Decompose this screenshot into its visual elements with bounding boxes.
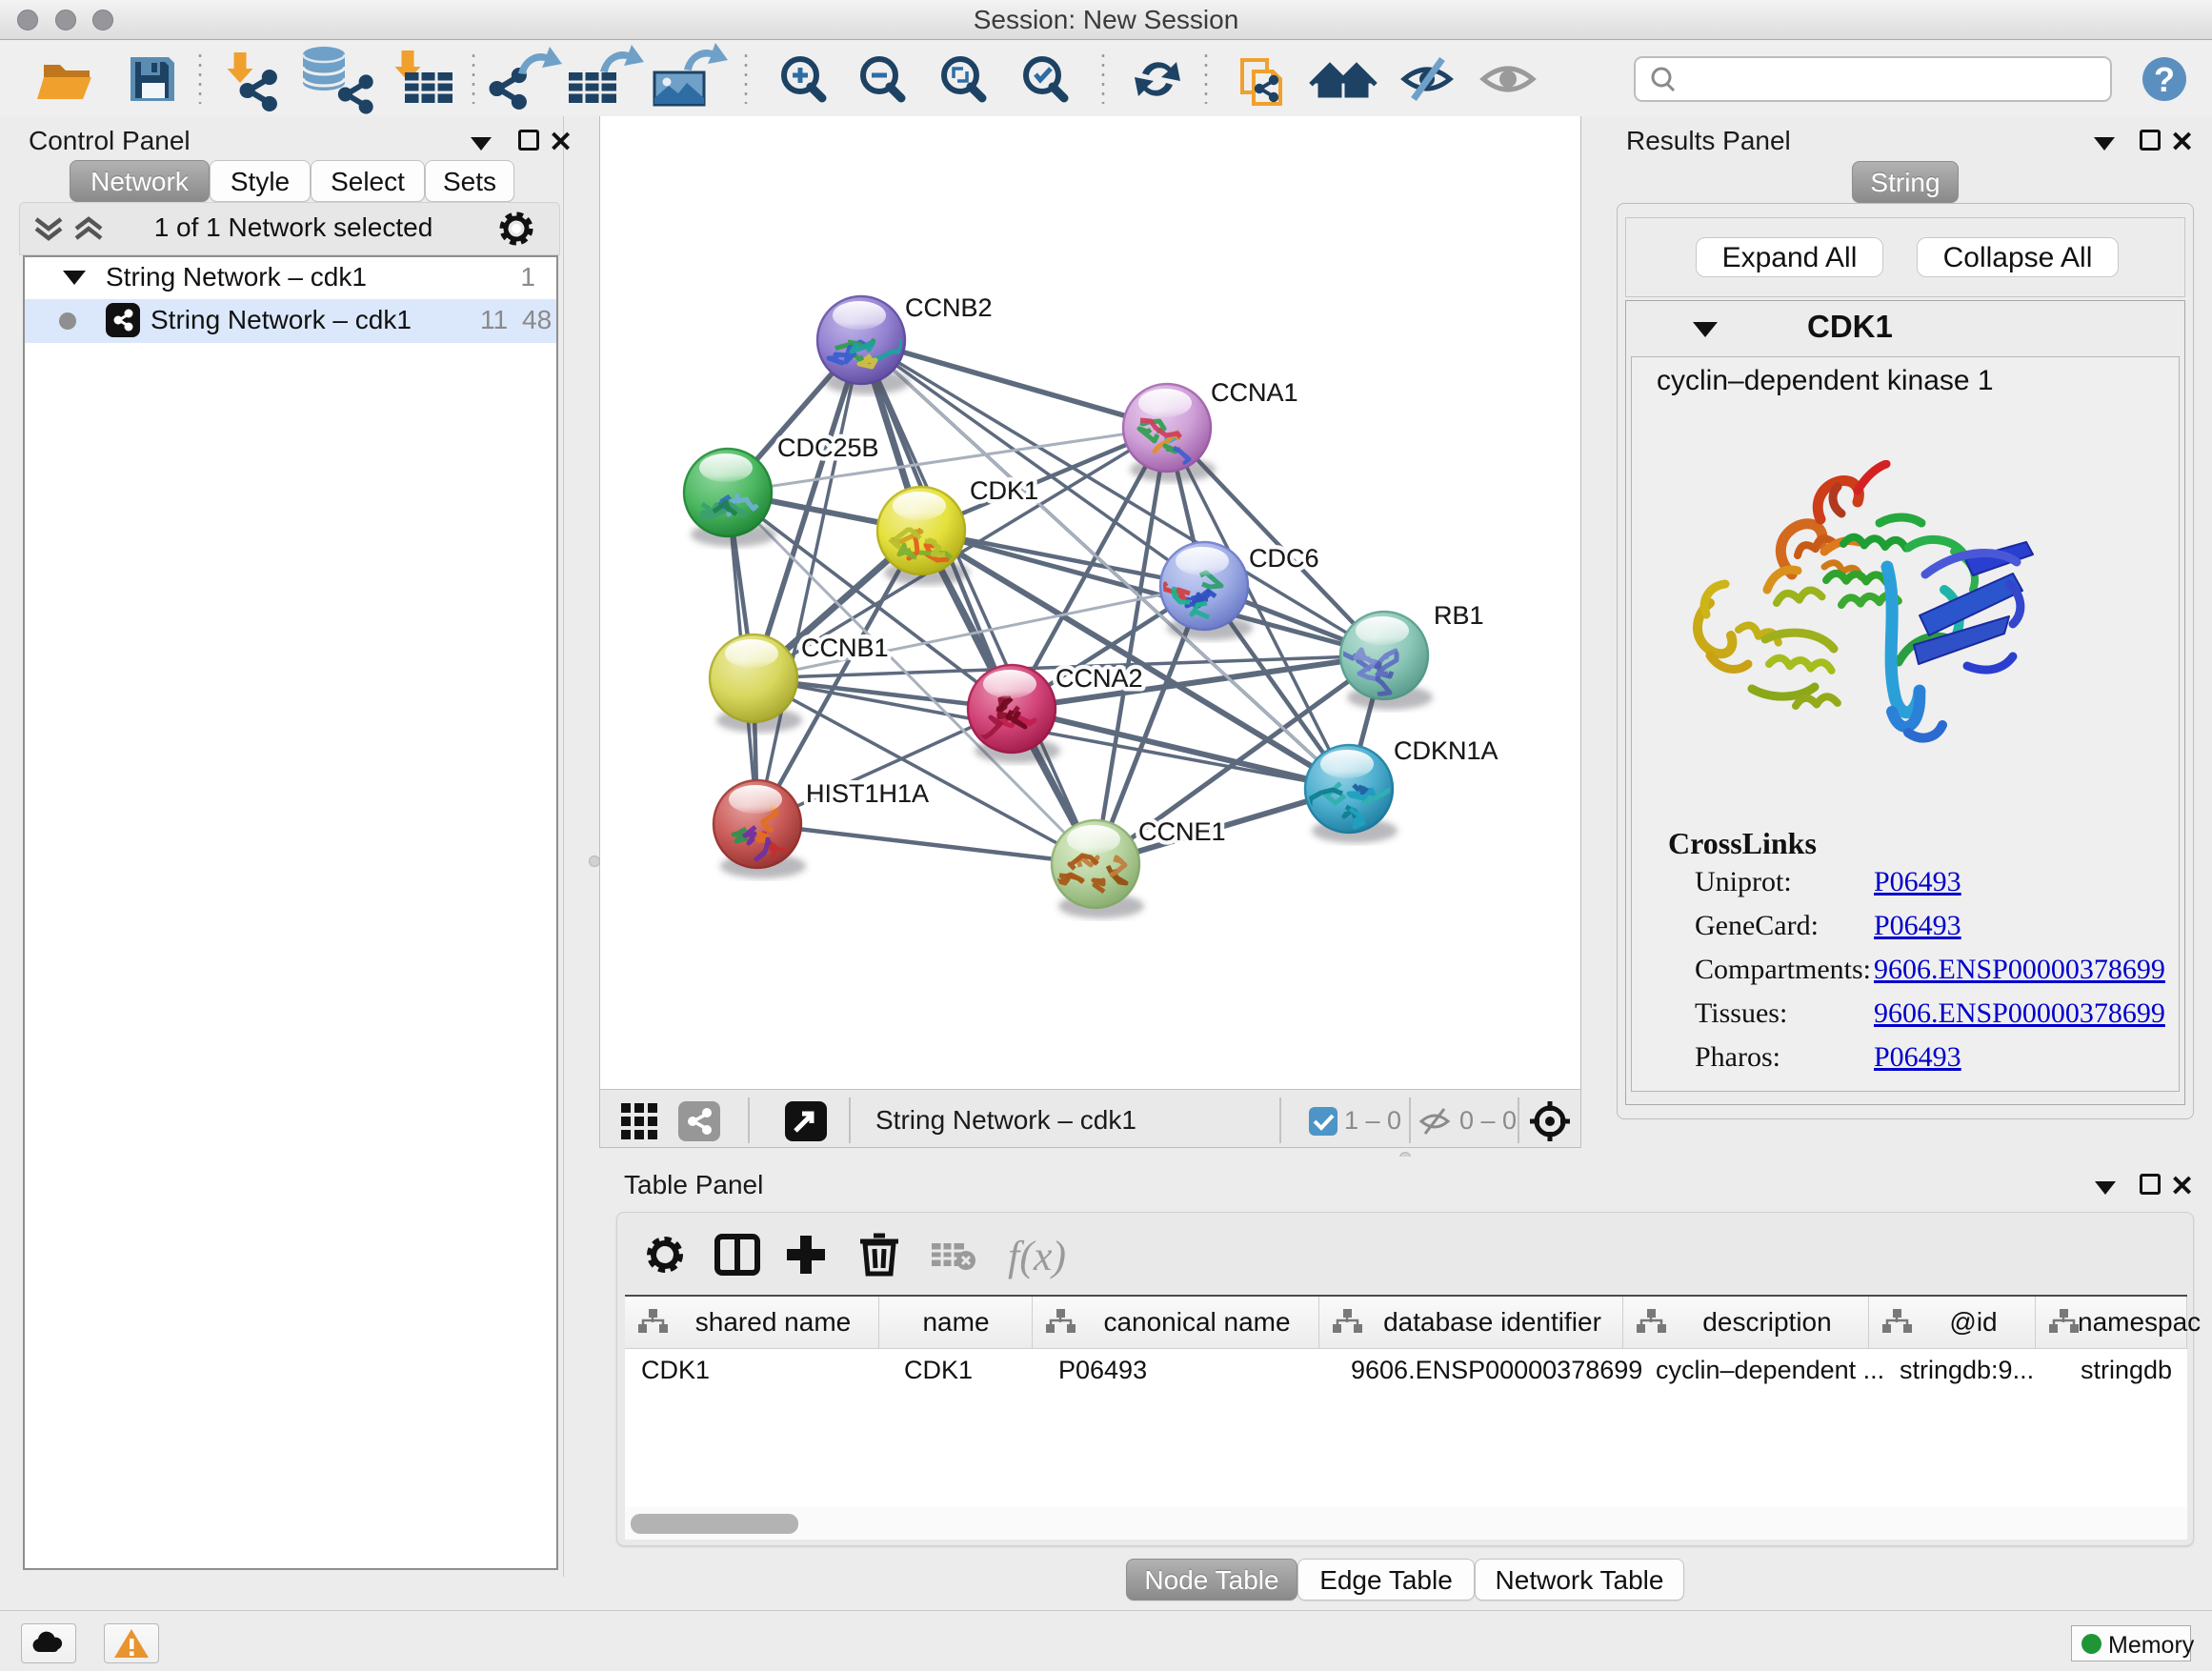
svg-text:f(x): f(x) (1008, 1233, 1066, 1279)
svg-text:CCNA1: CCNA1 (1211, 378, 1298, 407)
svg-text:CDKN1A: CDKN1A (1394, 736, 1498, 765)
svg-text:1 – 0: 1 – 0 (1344, 1106, 1401, 1135)
svg-text:String Network – cdk1: String Network – cdk1 (875, 1105, 1136, 1135)
svg-text:RB1: RB1 (1434, 601, 1484, 630)
svg-text:HIST1H1A: HIST1H1A (806, 779, 929, 808)
svg-text:CDC6: CDC6 (1249, 544, 1319, 573)
svg-text:CCNB1: CCNB1 (801, 634, 889, 662)
svg-text:CDK1: CDK1 (970, 476, 1038, 505)
svg-text:?: ? (2154, 60, 2175, 99)
svg-text:0 – 0: 0 – 0 (1459, 1106, 1517, 1135)
svg-text:CCNB2: CCNB2 (905, 293, 993, 322)
svg-text:CDC25B: CDC25B (777, 433, 879, 462)
svg-text:CCNE1: CCNE1 (1138, 817, 1226, 846)
svg-text:CCNA2: CCNA2 (1056, 664, 1143, 693)
